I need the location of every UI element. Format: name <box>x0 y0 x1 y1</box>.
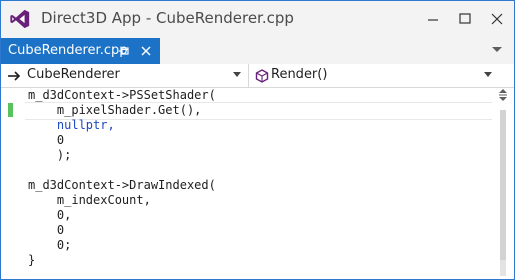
tab-label: CubeRenderer.cpp <box>8 43 128 58</box>
close-icon <box>491 13 503 25</box>
document-tab-row: CubeRenderer.cpp <box>1 36 514 66</box>
arrow-right-icon <box>8 71 21 81</box>
change-marker <box>8 103 13 117</box>
navigation-bar: CubeRenderer Render() <box>1 64 514 88</box>
scroll-thumb[interactable] <box>500 110 506 260</box>
member-dropdown[interactable]: Render() <box>249 64 514 87</box>
minimize-icon <box>428 19 438 21</box>
window-title: Direct3D App - CubeRenderer.cpp <box>41 9 294 27</box>
maximize-icon <box>459 13 471 24</box>
visual-studio-icon <box>10 9 30 29</box>
code-line-7[interactable]: m_d3dContext->DrawIndexed( <box>28 178 216 193</box>
pin-icon[interactable] <box>118 45 130 57</box>
tab-cuberenderer-cpp[interactable]: CubeRenderer.cpp <box>1 38 160 64</box>
code-line-10[interactable]: 0 <box>28 223 64 238</box>
code-line-2[interactable]: m_pixelShader.Get(), <box>28 103 202 118</box>
close-icon[interactable] <box>140 45 152 57</box>
member-dropdown-label: Render() <box>271 67 328 82</box>
chevron-down-icon <box>484 72 492 77</box>
code-line-5[interactable]: ); <box>28 148 71 163</box>
maximize-button[interactable] <box>451 1 479 36</box>
chevron-down-icon[interactable] <box>490 44 504 54</box>
method-cube-icon <box>255 69 269 83</box>
code-line-1[interactable]: m_d3dContext->PSSetShader( <box>28 88 216 103</box>
code-editor[interactable]: m_d3dContext->PSSetShader( m_pixelShader… <box>1 88 514 279</box>
type-dropdown-label: CubeRenderer <box>27 67 120 82</box>
code-line-11[interactable]: 0; <box>28 238 71 253</box>
split-editor-icon[interactable] <box>497 88 509 102</box>
close-window-button[interactable] <box>483 1 511 36</box>
visual-studio-window: Direct3D App - CubeRenderer.cpp CubeRend… <box>0 0 515 280</box>
title-bar: Direct3D App - CubeRenderer.cpp <box>1 1 514 36</box>
code-line-3[interactable]: nullptr, <box>28 118 115 133</box>
code-line-9[interactable]: 0, <box>28 208 71 223</box>
type-dropdown[interactable]: CubeRenderer <box>1 64 249 87</box>
chevron-down-icon <box>233 72 241 77</box>
code-line-4[interactable]: 0 <box>28 133 64 148</box>
minimize-button[interactable] <box>419 1 447 36</box>
code-line-8[interactable]: m_indexCount, <box>28 193 151 208</box>
code-line-12[interactable]: } <box>28 253 35 268</box>
vertical-scrollbar[interactable] <box>492 88 514 279</box>
